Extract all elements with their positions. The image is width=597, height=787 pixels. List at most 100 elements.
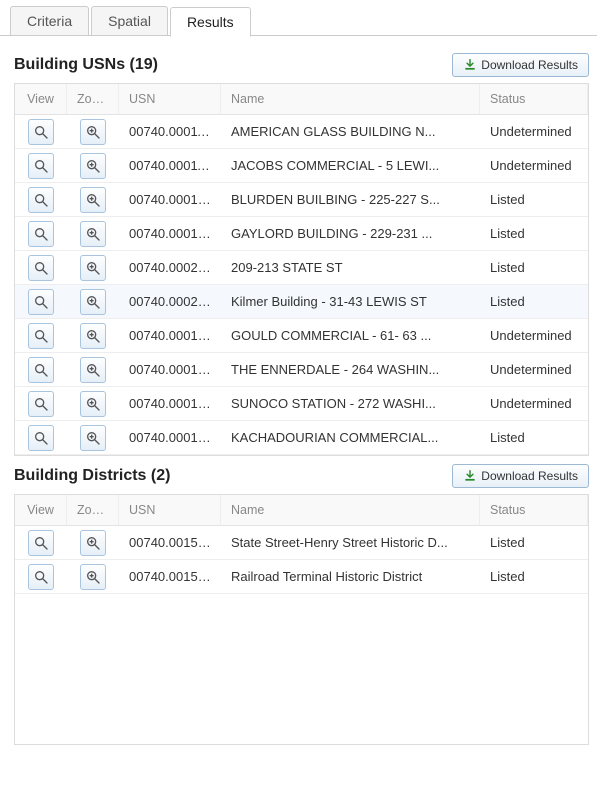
- view-button[interactable]: [28, 119, 54, 145]
- download-icon: [463, 58, 477, 72]
- col-status[interactable]: Status: [480, 84, 588, 114]
- view-icon: [33, 396, 49, 412]
- table-row[interactable]: 00740.000158BLURDEN BUILBING - 225-227 S…: [15, 183, 588, 217]
- view-button[interactable]: [28, 221, 54, 247]
- col-zoom[interactable]: Zoom: [67, 84, 119, 114]
- zoom-button[interactable]: [80, 187, 106, 213]
- cell-name: State Street-Henry Street Historic D...: [221, 532, 480, 553]
- zoom-button[interactable]: [80, 255, 106, 281]
- zoom-button[interactable]: [80, 119, 106, 145]
- cell-usn: 00740.000158: [119, 189, 221, 210]
- zoom-button[interactable]: [80, 357, 106, 383]
- zoom-button[interactable]: [80, 564, 106, 590]
- table-row[interactable]: 00740.001534Railroad Terminal Historic D…: [15, 560, 588, 594]
- tab-spatial[interactable]: Spatial: [91, 6, 168, 36]
- col-view[interactable]: View: [15, 495, 67, 525]
- cell-status: Undetermined: [480, 121, 588, 142]
- cell-zoom: [67, 116, 119, 148]
- cell-usn: 00740.000140: [119, 393, 221, 414]
- view-icon: [33, 226, 49, 242]
- zoom-button[interactable]: [80, 323, 106, 349]
- zoom-button[interactable]: [80, 221, 106, 247]
- col-name[interactable]: Name: [221, 495, 480, 525]
- view-button[interactable]: [28, 187, 54, 213]
- zoom-button[interactable]: [80, 425, 106, 451]
- zoom-icon: [85, 124, 101, 140]
- col-view[interactable]: View: [15, 84, 67, 114]
- zoom-button[interactable]: [80, 391, 106, 417]
- download-results-button[interactable]: Download Results: [452, 53, 589, 77]
- cell-zoom: [67, 354, 119, 386]
- view-icon: [33, 260, 49, 276]
- col-name[interactable]: Name: [221, 84, 480, 114]
- cell-view: [15, 561, 67, 593]
- cell-name: 209-213 STATE ST: [221, 257, 480, 278]
- col-usn[interactable]: USN: [119, 495, 221, 525]
- tab-criteria[interactable]: Criteria: [10, 6, 89, 36]
- cell-status: Listed: [480, 532, 588, 553]
- zoom-icon: [85, 226, 101, 242]
- cell-zoom: [67, 561, 119, 593]
- table-row[interactable]: 00740.000119JACOBS COMMERCIAL - 5 LEWI..…: [15, 149, 588, 183]
- zoom-button[interactable]: [80, 153, 106, 179]
- view-button[interactable]: [28, 391, 54, 417]
- view-button[interactable]: [28, 255, 54, 281]
- view-button[interactable]: [28, 153, 54, 179]
- cell-view: [15, 150, 67, 182]
- section-header: Building USNs (19) Download Results: [14, 53, 589, 77]
- table-row[interactable]: 00740.000166GOULD COMMERCIAL - 61- 63 ..…: [15, 319, 588, 353]
- zoom-icon: [85, 192, 101, 208]
- zoom-button[interactable]: [80, 289, 106, 315]
- zoom-icon: [85, 535, 101, 551]
- table-row[interactable]: 00740.000291Kilmer Building - 31-43 LEWI…: [15, 285, 588, 319]
- cell-usn: 00740.000139: [119, 359, 221, 380]
- view-button[interactable]: [28, 564, 54, 590]
- table-row[interactable]: 00740.001533State Street-Henry Street Hi…: [15, 526, 588, 560]
- zoom-icon: [85, 430, 101, 446]
- zoom-button[interactable]: [80, 530, 106, 556]
- view-icon: [33, 158, 49, 174]
- col-status[interactable]: Status: [480, 495, 588, 525]
- cell-name: BLURDEN BUILBING - 225-227 S...: [221, 189, 480, 210]
- view-icon: [33, 328, 49, 344]
- table-row[interactable]: 00740.000139THE ENNERDALE - 264 WASHIN..…: [15, 353, 588, 387]
- download-icon: [463, 469, 477, 483]
- section-title: Building USNs (19): [14, 56, 158, 74]
- cell-name: GAYLORD BUILDING - 229-231 ...: [221, 223, 480, 244]
- table-row[interactable]: 00740.000159GAYLORD BUILDING - 229-231 .…: [15, 217, 588, 251]
- view-icon: [33, 535, 49, 551]
- col-zoom[interactable]: Zoom: [67, 495, 119, 525]
- cell-zoom: [67, 150, 119, 182]
- results-content: Building USNs (19)Download ResultsViewZo…: [0, 45, 597, 787]
- empty-space: [15, 594, 588, 744]
- view-button[interactable]: [28, 289, 54, 315]
- cell-view: [15, 286, 67, 318]
- cell-zoom: [67, 320, 119, 352]
- cell-status: Undetermined: [480, 325, 588, 346]
- cell-zoom: [67, 252, 119, 284]
- cell-name: AMERICAN GLASS BUILDING N...: [221, 121, 480, 142]
- cell-status: Listed: [480, 189, 588, 210]
- col-usn[interactable]: USN: [119, 84, 221, 114]
- grid-header: ViewZoomUSNNameStatus: [15, 84, 588, 115]
- table-row[interactable]: 00740.000118AMERICAN GLASS BUILDING N...…: [15, 115, 588, 149]
- view-button[interactable]: [28, 357, 54, 383]
- zoom-icon: [85, 328, 101, 344]
- cell-zoom: [67, 286, 119, 318]
- results-grid: ViewZoomUSNNameStatus00740.000118AMERICA…: [14, 83, 589, 456]
- table-row[interactable]: 00740.000286209-213 STATE STListed: [15, 251, 588, 285]
- cell-usn: 00740.000159: [119, 223, 221, 244]
- cell-zoom: [67, 218, 119, 250]
- view-button[interactable]: [28, 530, 54, 556]
- cell-view: [15, 422, 67, 454]
- table-row[interactable]: 00740.000140SUNOCO STATION - 272 WASHI..…: [15, 387, 588, 421]
- tab-results[interactable]: Results: [170, 7, 251, 37]
- view-button[interactable]: [28, 323, 54, 349]
- cell-zoom: [67, 527, 119, 559]
- view-button[interactable]: [28, 425, 54, 451]
- cell-name: KACHADOURIAN COMMERCIAL...: [221, 427, 480, 448]
- table-row[interactable]: 00740.000156KACHADOURIAN COMMERCIAL...Li…: [15, 421, 588, 455]
- cell-name: Railroad Terminal Historic District: [221, 566, 480, 587]
- zoom-icon: [85, 569, 101, 585]
- download-results-button[interactable]: Download Results: [452, 464, 589, 488]
